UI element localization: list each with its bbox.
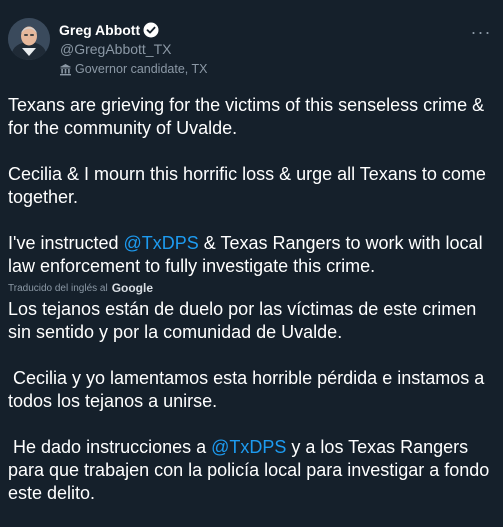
author-affiliation-label: Governor candidate, TX (59, 62, 207, 76)
mention-link[interactable]: @TxDPS (211, 437, 286, 457)
tweet-paragraph-3: I've instructed @TxDPS & Texas Rangers t… (8, 232, 498, 278)
avatar[interactable] (8, 18, 50, 60)
translated-paragraph-2: Cecilia y yo lamentamos esta horrible pé… (8, 368, 490, 411)
author-handle[interactable]: @GregAbbott_TX (60, 41, 172, 57)
more-horizontal-icon: ··· (470, 21, 492, 42)
avatar-image (8, 18, 50, 60)
author-display-name[interactable]: Greg Abbott (59, 22, 140, 38)
mention-link[interactable]: @TxDPS (124, 233, 199, 253)
tweet-paragraph-2: Cecilia & I mourn this horrific loss & u… (8, 164, 491, 207)
government-building-icon (59, 63, 72, 76)
translation-attribution: Traducido del inglés al Google (8, 279, 498, 297)
author-name-row: Greg Abbott (59, 20, 159, 40)
paragraph-text: I've instructed (8, 233, 124, 253)
tweet-header: Greg Abbott @GregAbbott_TX Governor cand… (0, 0, 503, 88)
more-options-button[interactable]: ··· (469, 22, 493, 42)
verified-badge-icon (143, 22, 159, 38)
affiliation-text: Governor candidate, TX (75, 62, 208, 76)
translated-paragraph-1: Los tejanos están de duelo por las vícti… (8, 299, 482, 342)
tweet-text: Texans are grieving for the victims of t… (8, 94, 498, 505)
translation-label: Traducido del inglés al (8, 282, 108, 294)
tweet-paragraph-1: Texans are grieving for the victims of t… (8, 95, 490, 138)
paragraph-text: He dado instrucciones a (8, 437, 212, 457)
translated-paragraph-3: He dado instrucciones a @TxDPS y a los T… (8, 436, 498, 505)
google-logo: Google (111, 280, 154, 295)
